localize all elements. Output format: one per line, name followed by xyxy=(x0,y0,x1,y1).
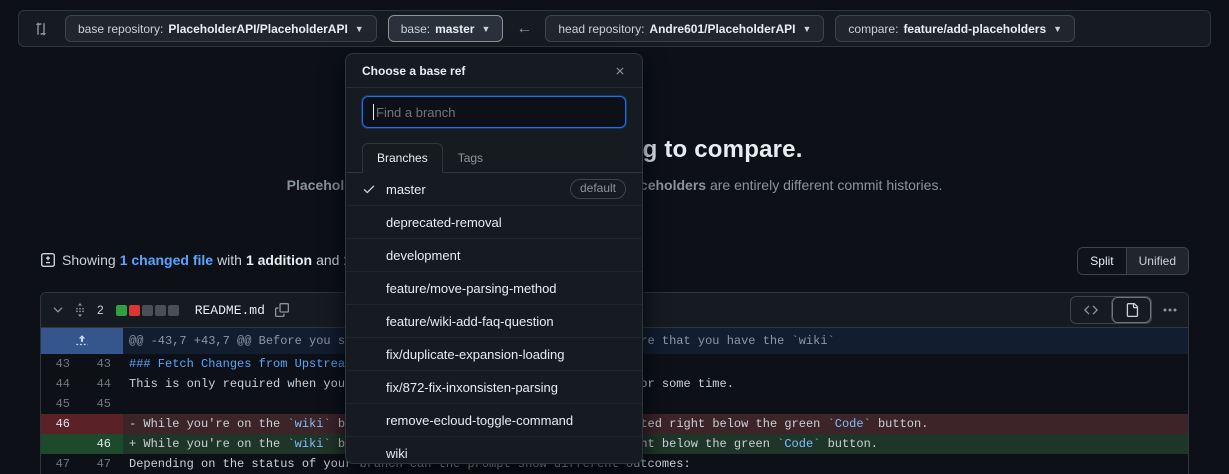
base-ref-selector-menu: Choose a base ref Find a branch Branches… xyxy=(345,53,643,464)
branch-name: master xyxy=(386,182,426,197)
head-repository-button[interactable]: head repository: Andre601/PlaceholderAPI… xyxy=(545,15,824,42)
search-placeholder: Find a branch xyxy=(376,105,456,120)
default-badge: default xyxy=(570,179,626,199)
close-icon[interactable] xyxy=(614,65,626,77)
diff-line-content: ### Fetch Changes from Upstream xyxy=(123,354,1188,374)
diffstat-block-green xyxy=(116,305,127,316)
branch-item[interactable]: fix/872-fix-inxonsisten-parsing xyxy=(346,371,642,404)
dropdown-caret-icon: ▼ xyxy=(1053,24,1062,34)
dropdown-caret-icon: ▼ xyxy=(481,24,490,34)
diff-view-toggle: Split Unified xyxy=(1077,247,1189,275)
branch-name: fix/duplicate-expansion-loading xyxy=(386,347,565,362)
git-compare-icon xyxy=(33,21,49,37)
ref-menu-title: Choose a base ref xyxy=(362,64,465,78)
file-name: README.md xyxy=(195,303,265,318)
expand-hunk-button[interactable] xyxy=(41,328,123,354)
new-line-number xyxy=(82,414,123,434)
dropdown-caret-icon: ▼ xyxy=(355,24,364,34)
diff-line-content: - While you're on the `wiki` branch, cli… xyxy=(123,414,1188,434)
file-diff-icon xyxy=(40,252,56,268)
base-ref-button[interactable]: base: master ▼ xyxy=(388,15,504,42)
branch-name: fix/872-fix-inxonsisten-parsing xyxy=(386,380,558,395)
kebab-menu-icon[interactable] xyxy=(1162,302,1178,318)
branch-name: development xyxy=(386,248,460,263)
branch-item[interactable]: deprecated-removal xyxy=(346,206,642,239)
rich-view-button[interactable] xyxy=(1111,297,1151,323)
branch-item[interactable]: development xyxy=(346,239,642,272)
diff-line-content: @@ -43,7 +43,7 @@ Before you start out w… xyxy=(123,328,1188,354)
diff-line-content xyxy=(123,394,1188,414)
new-line-number: 47 xyxy=(82,454,123,474)
unified-view-button[interactable]: Unified xyxy=(1126,248,1188,274)
compare-toolbar: base repository: PlaceholderAPI/Placehol… xyxy=(18,10,1211,47)
collapse-chevron-icon[interactable] xyxy=(51,303,65,317)
old-line-number: 46 xyxy=(41,414,82,434)
branch-item[interactable]: master default xyxy=(346,173,642,206)
old-line-number: 44 xyxy=(41,374,82,394)
diff-render-toggle xyxy=(1070,296,1152,324)
diff-line-content: Depending on the status of your branch c… xyxy=(123,454,1188,474)
ref-search-area: Find a branch xyxy=(346,88,642,136)
ref-menu-header: Choose a base ref xyxy=(346,54,642,88)
check-icon xyxy=(362,182,376,196)
tab-branches[interactable]: Branches xyxy=(362,143,443,173)
branch-item[interactable]: remove-ecloud-toggle-command xyxy=(346,404,642,437)
base-repository-button[interactable]: base repository: PlaceholderAPI/Placehol… xyxy=(65,15,377,42)
dropdown-caret-icon: ▼ xyxy=(802,24,811,34)
tab-tags[interactable]: Tags xyxy=(443,143,498,173)
old-line-number xyxy=(41,434,82,454)
branch-name: deprecated-removal xyxy=(386,215,502,230)
additions-count: 1 addition xyxy=(246,252,312,268)
branch-item[interactable]: wiki xyxy=(346,437,642,464)
changes-count: 2 xyxy=(97,303,104,317)
diff-line-content: + While you're on the `wiki` branch, cli… xyxy=(123,434,1188,454)
arrow-left-icon: ← xyxy=(514,20,534,38)
branch-name: remove-ecloud-toggle-command xyxy=(386,413,573,428)
drag-handle-icon[interactable] xyxy=(73,303,87,317)
diffstat-block-gray xyxy=(142,305,153,316)
old-line-number: 45 xyxy=(41,394,82,414)
old-line-number: 47 xyxy=(41,454,82,474)
branch-item[interactable]: feature/wiki-add-faq-question xyxy=(346,305,642,338)
new-line-number: 43 xyxy=(82,354,123,374)
ref-menu-tabs: BranchesTags xyxy=(346,136,642,173)
new-line-number: 44 xyxy=(82,374,123,394)
diffstat-block-gray xyxy=(155,305,166,316)
branch-list: master default deprecated-removal developme… xyxy=(346,173,642,464)
old-line-number: 43 xyxy=(41,354,82,374)
diffstat-block-gray xyxy=(168,305,179,316)
new-line-number: 46 xyxy=(82,434,123,454)
branch-item[interactable]: fix/duplicate-expansion-loading xyxy=(346,338,642,371)
check-icon xyxy=(362,182,378,196)
file-icon xyxy=(1125,303,1139,317)
code-icon xyxy=(1084,303,1098,317)
search-input[interactable]: Find a branch xyxy=(362,96,626,128)
copy-path-icon[interactable] xyxy=(275,303,289,317)
branch-name: feature/wiki-add-faq-question xyxy=(386,314,554,329)
expand-hunk-icon xyxy=(75,334,89,348)
branch-name: wiki xyxy=(386,446,408,461)
diffstat-block-red xyxy=(129,305,140,316)
new-line-number: 45 xyxy=(82,394,123,414)
changed-files-link[interactable]: 1 changed file xyxy=(120,252,213,268)
diffstat-blocks xyxy=(116,305,179,316)
diff-line-content: This is only required when your fork of … xyxy=(123,374,1188,394)
branch-name: feature/move-parsing-method xyxy=(386,281,557,296)
text-caret xyxy=(373,104,374,120)
branch-item[interactable]: feature/move-parsing-method xyxy=(346,272,642,305)
source-view-button[interactable] xyxy=(1071,297,1111,323)
split-view-button[interactable]: Split xyxy=(1078,248,1125,274)
compare-ref-button[interactable]: compare: feature/add-placeholders ▼ xyxy=(835,15,1075,42)
